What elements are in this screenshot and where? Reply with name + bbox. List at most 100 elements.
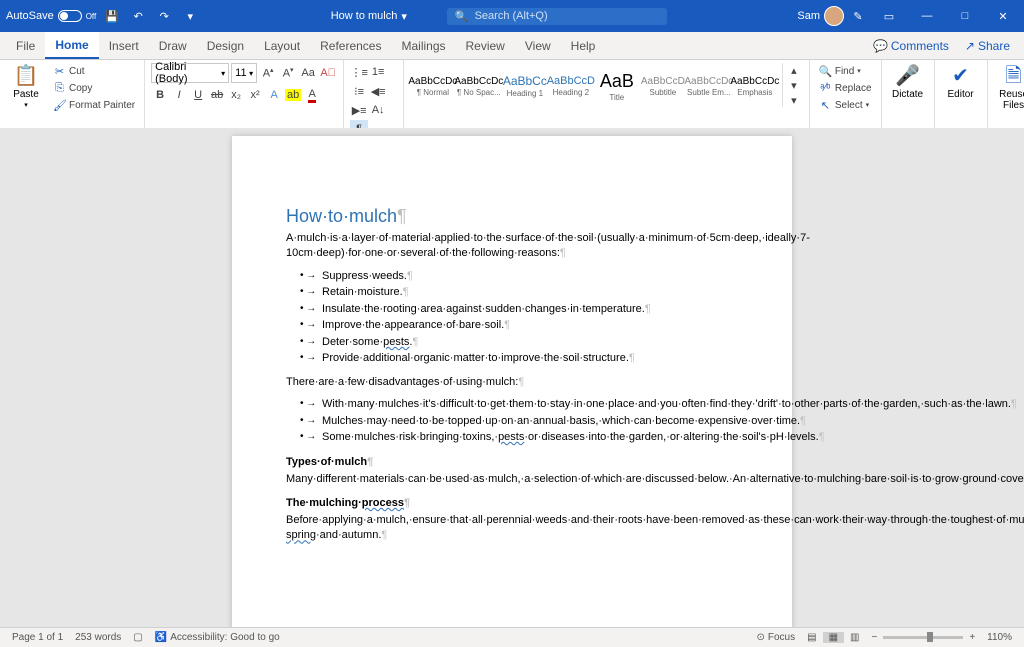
clear-format-button[interactable]: A⃠: [319, 64, 337, 82]
list-item[interactable]: Mulches·may·need·to·be·topped·up·on·an·a…: [306, 413, 738, 430]
zoom-level[interactable]: 110%: [981, 632, 1018, 643]
read-mode-button[interactable]: ▤: [801, 632, 822, 643]
italic-button[interactable]: I: [170, 86, 188, 104]
find-button[interactable]: 🔍Find▾: [816, 63, 875, 79]
highlight-button[interactable]: ab: [284, 86, 302, 104]
grow-font-button[interactable]: A▴: [259, 64, 277, 82]
format-painter-button[interactable]: 🖌Format Painter: [50, 97, 138, 113]
copy-button[interactable]: ⎘Copy: [50, 80, 138, 96]
editor-button[interactable]: ✔Editor: [941, 63, 981, 102]
style-item[interactable]: AaBbCcDSubtitle: [640, 63, 686, 109]
zoom-slider[interactable]: [883, 636, 963, 639]
styles-scroll-up[interactable]: ▴: [785, 63, 803, 77]
close-button[interactable]: ✕: [986, 0, 1020, 32]
paragraph[interactable]: A·mulch·is·a·layer·of·material·applied·t…: [286, 231, 738, 262]
font-name-select[interactable]: Calibri (Body)▾: [151, 63, 229, 83]
tab-review[interactable]: Review: [456, 32, 515, 59]
style-item[interactable]: AaBbCcDcEmphasis: [732, 63, 778, 109]
reuse-files-button[interactable]: 🗎Reuse Files: [994, 63, 1024, 113]
strike-button[interactable]: ab: [208, 86, 226, 104]
minimize-button[interactable]: —: [910, 0, 944, 32]
shrink-font-button[interactable]: A▾: [279, 64, 297, 82]
zoom-out-button[interactable]: −: [865, 632, 883, 643]
spell-check[interactable]: ▢: [127, 632, 148, 643]
tab-insert[interactable]: Insert: [99, 32, 149, 59]
style-item[interactable]: AaBbCcDHeading 2: [548, 63, 594, 109]
underline-button[interactable]: U: [189, 86, 207, 104]
qat-customize[interactable]: ▾: [180, 6, 200, 26]
numbering-button[interactable]: 1≡: [369, 63, 387, 81]
tab-draw[interactable]: Draw: [149, 32, 197, 59]
tab-help[interactable]: Help: [561, 32, 606, 59]
font-size-select[interactable]: 11▾: [231, 63, 257, 83]
bold-button[interactable]: B: [151, 86, 169, 104]
ribbon-options-button[interactable]: ▭: [872, 0, 906, 32]
page[interactable]: How·to·mulch¶ A·mulch·is·a·layer·of·mate…: [232, 136, 792, 627]
styles-scroll-down[interactable]: ▾: [785, 78, 803, 92]
share-button[interactable]: ↗Share: [957, 39, 1018, 53]
sort-button[interactable]: A↓: [369, 101, 387, 119]
style-item[interactable]: AaBbCcDc¶ Normal: [410, 63, 456, 109]
bullet-list[interactable]: With·many·mulches·it's·difficult·to·get·…: [306, 396, 738, 446]
change-case-button[interactable]: Aa: [299, 64, 317, 82]
heading-2[interactable]: Types·of·mulch¶: [286, 456, 738, 468]
tab-view[interactable]: View: [515, 32, 561, 59]
heading-1[interactable]: How·to·mulch¶: [286, 206, 738, 227]
search-input[interactable]: 🔍 Search (Alt+Q): [447, 8, 667, 25]
paragraph[interactable]: There·are·a·few·disadvantages·of·using·m…: [286, 375, 738, 390]
paste-button[interactable]: 📋Paste▾: [6, 63, 46, 112]
doc-title[interactable]: How to mulch ▾: [331, 10, 407, 23]
maximize-button[interactable]: □: [948, 0, 982, 32]
font-color-button[interactable]: A: [303, 86, 321, 104]
list-item[interactable]: Insulate·the·rooting·area·against·sudden…: [306, 301, 738, 318]
account-button[interactable]: Sam: [797, 6, 844, 26]
list-item[interactable]: Some·mulches·risk·bringing·toxins,·pests…: [306, 429, 738, 446]
styles-gallery[interactable]: AaBbCcDc¶ NormalAaBbCcDc¶ No Spac...AaBb…: [410, 63, 778, 109]
style-item[interactable]: AaBTitle: [594, 63, 640, 109]
replace-button[interactable]: ᵃ⁄ᵇReplace: [816, 80, 875, 96]
document-area[interactable]: How·to·mulch¶ A·mulch·is·a·layer·of·mate…: [0, 128, 1024, 627]
tab-design[interactable]: Design: [197, 32, 254, 59]
select-button[interactable]: ↖Select▾: [816, 97, 875, 113]
cut-button[interactable]: ✂Cut: [50, 63, 138, 79]
styles-more[interactable]: ▾: [785, 93, 803, 107]
heading-2[interactable]: The·mulching·process¶: [286, 497, 738, 509]
autosave-toggle[interactable]: AutoSave Off: [6, 10, 96, 22]
list-item[interactable]: Improve·the·appearance·of·bare·soil.¶: [306, 317, 738, 334]
bullets-button[interactable]: ⋮≡: [350, 63, 368, 81]
style-item[interactable]: AaBbCcDc¶ No Spac...: [456, 63, 502, 109]
subscript-button[interactable]: x₂: [227, 86, 245, 104]
paragraph[interactable]: Before·applying·a·mulch,·ensure·that·all…: [286, 513, 738, 544]
tab-mailings[interactable]: Mailings: [391, 32, 455, 59]
list-item[interactable]: With·many·mulches·it's·difficult·to·get·…: [306, 396, 738, 413]
style-item[interactable]: AaBbCcHeading 1: [502, 63, 548, 109]
save-button[interactable]: 💾: [102, 6, 122, 26]
focus-mode[interactable]: ⊙Focus: [750, 632, 801, 643]
pen-mode-button[interactable]: ✎: [848, 6, 868, 26]
accessibility-status[interactable]: ♿Accessibility: Good to go: [149, 632, 286, 643]
comments-button[interactable]: 💬Comments: [865, 39, 957, 53]
list-item[interactable]: Retain·moisture.¶: [306, 284, 738, 301]
web-layout-button[interactable]: ▥: [844, 632, 865, 643]
decrease-indent-button[interactable]: ◀≡: [369, 82, 387, 100]
paragraph[interactable]: Many·different·materials·can·be·used·as·…: [286, 472, 738, 487]
list-item[interactable]: Deter·some·pests.¶: [306, 334, 738, 351]
multilevel-button[interactable]: ⁝≡: [350, 82, 368, 100]
redo-button[interactable]: ↷: [154, 6, 174, 26]
page-count[interactable]: Page 1 of 1: [6, 632, 69, 643]
zoom-in-button[interactable]: +: [963, 632, 981, 643]
tab-home[interactable]: Home: [45, 32, 98, 59]
increase-indent-button[interactable]: ▶≡: [350, 101, 368, 119]
word-count[interactable]: 253 words: [69, 632, 127, 643]
superscript-button[interactable]: x²: [246, 86, 264, 104]
tab-file[interactable]: File: [6, 32, 45, 59]
text-effects-button[interactable]: A: [265, 86, 283, 104]
undo-button[interactable]: ↶: [128, 6, 148, 26]
list-item[interactable]: Provide·additional·organic·matter·to·imp…: [306, 350, 738, 367]
print-layout-button[interactable]: ▦: [823, 632, 844, 643]
tab-references[interactable]: References: [310, 32, 391, 59]
bullet-list[interactable]: Suppress·weeds.¶Retain·moisture.¶Insulat…: [306, 268, 738, 367]
list-item[interactable]: Suppress·weeds.¶: [306, 268, 738, 285]
tab-layout[interactable]: Layout: [254, 32, 310, 59]
dictate-button[interactable]: 🎤Dictate: [888, 63, 928, 102]
